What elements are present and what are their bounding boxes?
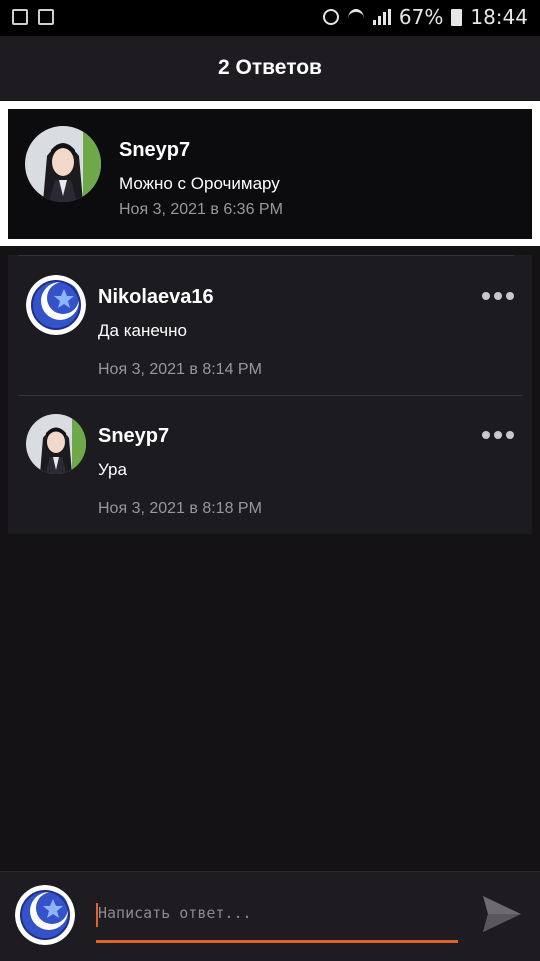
- battery-icon: [451, 8, 463, 26]
- reply-text: Ура: [98, 460, 127, 479]
- comment-username[interactable]: Sneyp7: [119, 139, 190, 162]
- more-options-icon[interactable]: [482, 289, 514, 303]
- reply-timestamp: Ноя 3, 2021 в 8:14 PM: [98, 361, 262, 378]
- alarm-icon: [322, 9, 339, 25]
- reply-username[interactable]: Sneyp7: [98, 425, 169, 448]
- comment-text: Можно с Орочимару: [119, 174, 280, 193]
- avatar[interactable]: [26, 275, 86, 335]
- battery-percent: 67%: [398, 5, 444, 29]
- status-bar: 67% 18:44: [0, 0, 540, 36]
- comment-timestamp: Ноя 3, 2021 в 6:36 PM: [119, 201, 283, 218]
- reply-username[interactable]: Nikolaeva16: [98, 286, 214, 309]
- avatar[interactable]: [25, 126, 101, 202]
- wifi-icon: [347, 9, 365, 25]
- image-icon: [12, 9, 28, 25]
- reply-text: Да канечно: [98, 321, 187, 340]
- reply-timestamp: Ноя 3, 2021 в 8:18 PM: [98, 500, 262, 517]
- header-bar: 2 Ответов: [0, 36, 540, 100]
- avatar[interactable]: [15, 885, 75, 945]
- more-options-icon[interactable]: [482, 428, 514, 442]
- parent-comment: Sneyp7 Можно с Орочимару Ноя 3, 2021 в 6…: [0, 101, 540, 246]
- recycle-icon: [38, 9, 54, 25]
- signal-icon: [372, 9, 391, 25]
- avatar[interactable]: [26, 414, 86, 474]
- replies-list: Nikolaeva16 Да канечно Ноя 3, 2021 в 8:1…: [8, 255, 532, 534]
- reply-input-placeholder: Написать ответ...: [98, 904, 252, 922]
- send-button[interactable]: [481, 894, 523, 934]
- clock: 18:44: [470, 5, 528, 29]
- send-icon: [483, 896, 521, 932]
- divider: [18, 255, 514, 256]
- page-title: 2 Ответов: [218, 56, 322, 79]
- divider: [18, 395, 522, 396]
